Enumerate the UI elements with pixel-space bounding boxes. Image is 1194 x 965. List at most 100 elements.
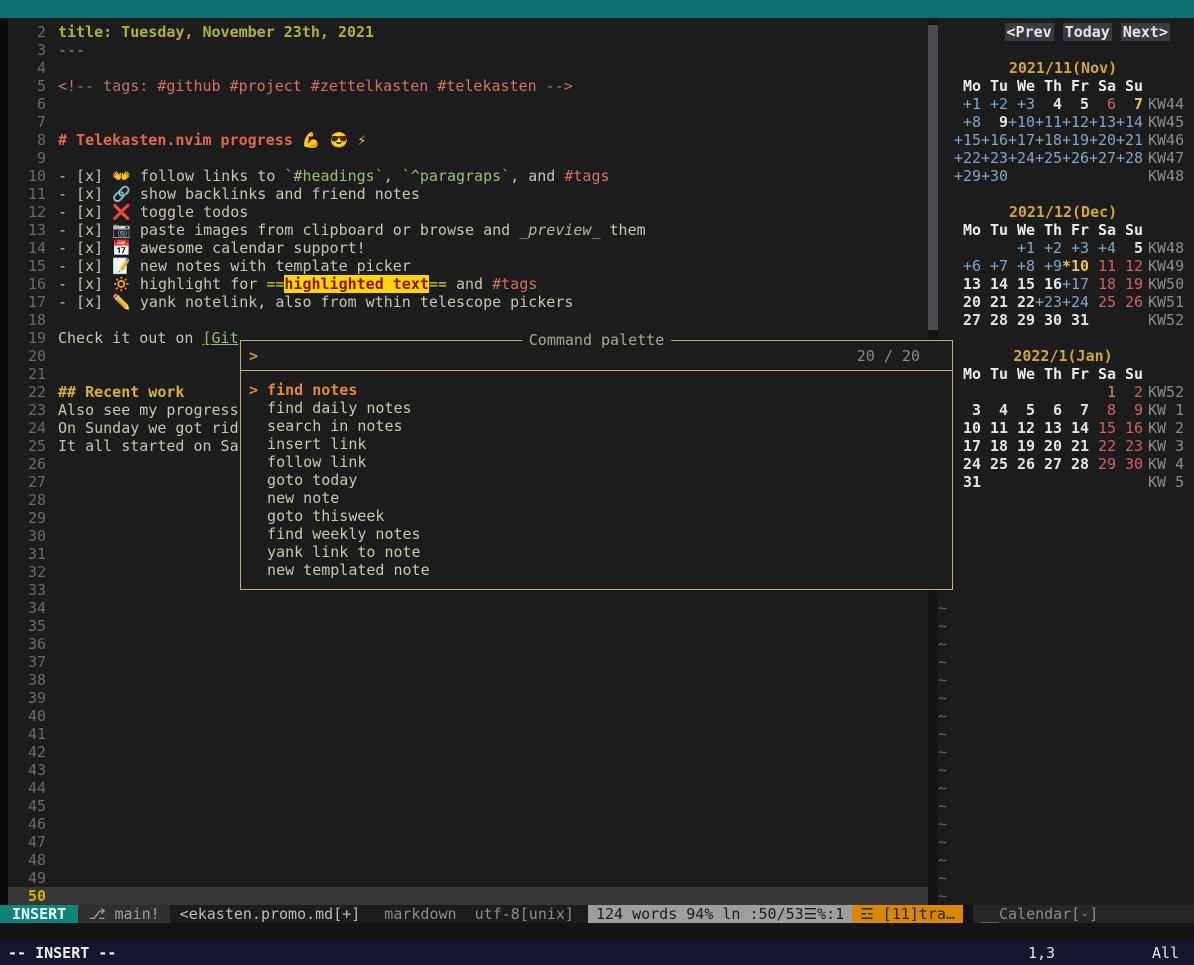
calendar-day[interactable]: 25 bbox=[1089, 293, 1116, 311]
editor-line[interactable]: 17- [x] ✏️ yank notelink, also from wthi… bbox=[8, 293, 928, 311]
editor-line[interactable]: 14- [x] 📅 awesome calendar support! bbox=[8, 239, 928, 257]
calendar-day[interactable]: +26 bbox=[1062, 149, 1089, 167]
calendar-day[interactable]: +14 bbox=[1116, 113, 1143, 131]
calendar-day[interactable]: +3 bbox=[1008, 95, 1035, 113]
editor-line[interactable]: 43 bbox=[8, 761, 928, 779]
calendar-day[interactable]: +19 bbox=[1062, 131, 1089, 149]
editor-line[interactable]: 10- [x] 👐 follow links to `#headings`, `… bbox=[8, 167, 928, 185]
calendar-day[interactable]: 27 bbox=[1035, 455, 1062, 473]
calendar-day[interactable]: 16 bbox=[1116, 419, 1143, 437]
calendar-day[interactable]: 26 bbox=[1008, 455, 1035, 473]
calendar-day[interactable]: 7 bbox=[1116, 95, 1143, 113]
calendar-day[interactable]: 11 bbox=[1089, 257, 1116, 275]
calendar-next-button[interactable]: Next> bbox=[1121, 23, 1170, 41]
calendar-day[interactable]: +6 bbox=[954, 257, 981, 275]
editor-line[interactable]: 3--- bbox=[8, 41, 928, 59]
editor-line[interactable]: 48 bbox=[8, 851, 928, 869]
calendar-day[interactable]: 14 bbox=[1062, 419, 1089, 437]
calendar-day[interactable]: 11 bbox=[981, 419, 1008, 437]
calendar-day[interactable]: 17 bbox=[954, 437, 981, 455]
calendar-day[interactable]: 12 bbox=[1008, 419, 1035, 437]
calendar-day[interactable]: 31 bbox=[1062, 311, 1089, 329]
calendar-day[interactable]: +10 bbox=[1008, 113, 1035, 131]
calendar-day[interactable]: *10 bbox=[1062, 257, 1089, 275]
calendar-day[interactable]: 5 bbox=[1062, 95, 1089, 113]
calendar-day[interactable]: 28 bbox=[981, 311, 1008, 329]
calendar-day[interactable]: +17 bbox=[1008, 131, 1035, 149]
calendar-day[interactable]: +16 bbox=[981, 131, 1008, 149]
palette-item-selected[interactable]: > find notes bbox=[241, 381, 952, 399]
calendar-day[interactable]: +13 bbox=[1089, 113, 1116, 131]
calendar-day[interactable]: 16 bbox=[1035, 275, 1062, 293]
calendar-day[interactable]: +8 bbox=[1008, 257, 1035, 275]
calendar-day[interactable]: +2 bbox=[1035, 239, 1062, 257]
calendar-day[interactable]: +11 bbox=[1035, 113, 1062, 131]
editor-line[interactable]: 46 bbox=[8, 815, 928, 833]
calendar-day[interactable]: 5 bbox=[1116, 239, 1143, 257]
editor-line[interactable]: 40 bbox=[8, 707, 928, 725]
palette-item[interactable]: search in notes bbox=[241, 417, 952, 435]
palette-item[interactable]: find daily notes bbox=[241, 399, 952, 417]
calendar-day[interactable]: +7 bbox=[981, 257, 1008, 275]
editor-line[interactable]: 45 bbox=[8, 797, 928, 815]
calendar-day[interactable]: 20 bbox=[1035, 437, 1062, 455]
editor-line[interactable]: 38 bbox=[8, 671, 928, 689]
calendar-day[interactable]: 4 bbox=[1035, 95, 1062, 113]
calendar-day[interactable]: +4 bbox=[1089, 239, 1116, 257]
calendar-day[interactable]: 9 bbox=[1116, 401, 1143, 419]
calendar-day[interactable]: 7 bbox=[1062, 401, 1089, 419]
calendar-day[interactable]: +18 bbox=[1035, 131, 1062, 149]
palette-item[interactable]: yank link to note bbox=[241, 543, 952, 561]
editor-line[interactable]: 13- [x] 📷 paste images from clipboard or… bbox=[8, 221, 928, 239]
calendar-day[interactable]: +24 bbox=[1062, 293, 1089, 311]
calendar-day[interactable]: 25 bbox=[981, 455, 1008, 473]
calendar-day[interactable]: 15 bbox=[1008, 275, 1035, 293]
calendar-day[interactable]: 18 bbox=[1089, 275, 1116, 293]
calendar-day[interactable]: 14 bbox=[981, 275, 1008, 293]
palette-item[interactable]: goto thisweek bbox=[241, 507, 952, 525]
editor-line[interactable]: 50 bbox=[8, 887, 928, 905]
editor-line[interactable]: 42 bbox=[8, 743, 928, 761]
calendar-day[interactable]: +22 bbox=[954, 149, 981, 167]
calendar-day[interactable]: 6 bbox=[1035, 401, 1062, 419]
calendar-day[interactable]: 13 bbox=[954, 275, 981, 293]
palette-item[interactable]: find weekly notes bbox=[241, 525, 952, 543]
calendar-prev-button[interactable]: <Prev bbox=[1005, 23, 1054, 41]
calendar-day[interactable]: +27 bbox=[1089, 149, 1116, 167]
editor-line[interactable]: 2title: Tuesday, November 23th, 2021 bbox=[8, 23, 928, 41]
calendar-day[interactable]: +1 bbox=[954, 95, 981, 113]
calendar-day[interactable]: 18 bbox=[981, 437, 1008, 455]
calendar-day[interactable]: 6 bbox=[1089, 95, 1116, 113]
editor-line[interactable]: 12- [x] ❌ toggle todos bbox=[8, 203, 928, 221]
calendar-day[interactable]: 24 bbox=[954, 455, 981, 473]
calendar-day[interactable]: 22 bbox=[1008, 293, 1035, 311]
calendar-day[interactable]: 29 bbox=[1008, 311, 1035, 329]
calendar-day[interactable]: 20 bbox=[954, 293, 981, 311]
editor-line[interactable]: 47 bbox=[8, 833, 928, 851]
editor-line[interactable]: 49 bbox=[8, 869, 928, 887]
calendar-day[interactable]: 22 bbox=[1089, 437, 1116, 455]
editor-line[interactable]: 11- [x] 🔗 show backlinks and friend note… bbox=[8, 185, 928, 203]
calendar-day[interactable]: 4 bbox=[981, 401, 1008, 419]
calendar-day[interactable]: +12 bbox=[1062, 113, 1089, 131]
editor-line[interactable]: 16- [x] 🔅 highlight for ==highlighted te… bbox=[8, 275, 928, 293]
editor-line[interactable]: 37 bbox=[8, 653, 928, 671]
calendar-day[interactable]: +8 bbox=[954, 113, 981, 131]
calendar-day[interactable]: +1 bbox=[1008, 239, 1035, 257]
calendar-day[interactable]: 30 bbox=[1116, 455, 1143, 473]
calendar-day[interactable]: +29 bbox=[954, 167, 981, 185]
calendar-day[interactable]: +3 bbox=[1062, 239, 1089, 257]
palette-item[interactable]: insert link bbox=[241, 435, 952, 453]
editor-line[interactable]: 5<!-- tags: #github #project #zettelkast… bbox=[8, 77, 928, 95]
calendar-day[interactable]: 12 bbox=[1116, 257, 1143, 275]
palette-item[interactable]: new templated note bbox=[241, 561, 952, 579]
editor-line[interactable]: 7 bbox=[8, 113, 928, 131]
calendar-day[interactable]: 13 bbox=[1035, 419, 1062, 437]
calendar-day[interactable]: 29 bbox=[1089, 455, 1116, 473]
calendar-day[interactable]: +23 bbox=[981, 149, 1008, 167]
calendar-day[interactable]: 28 bbox=[1062, 455, 1089, 473]
editor-line[interactable]: 15- [x] 📝 new notes with template picker bbox=[8, 257, 928, 275]
calendar-day[interactable]: 23 bbox=[1116, 437, 1143, 455]
calendar-day[interactable]: 1 bbox=[1089, 383, 1116, 401]
editor-line[interactable]: 34 bbox=[8, 599, 928, 617]
